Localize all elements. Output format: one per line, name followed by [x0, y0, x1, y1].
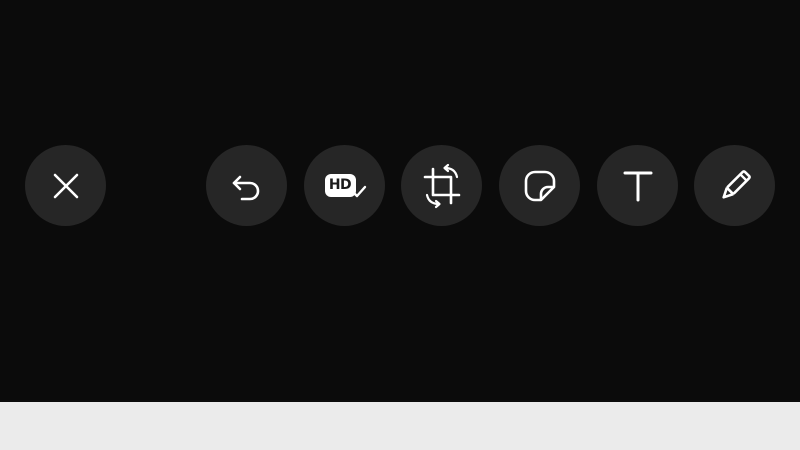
draw-button[interactable] [694, 145, 775, 226]
crop-rotate-icon [423, 163, 460, 208]
hd-quality-button[interactable]: HD [304, 145, 385, 226]
hd-icon: HD [322, 166, 368, 206]
media-editor-canvas [0, 0, 800, 402]
text-tool-button[interactable] [597, 145, 678, 226]
undo-button[interactable] [206, 145, 287, 226]
close-icon [53, 173, 78, 198]
sticker-icon [524, 170, 555, 201]
text-icon [623, 171, 652, 201]
close-button[interactable] [25, 145, 106, 226]
bottom-sheet [0, 402, 800, 450]
pencil-icon [721, 169, 751, 199]
sticker-button[interactable] [499, 145, 580, 226]
crop-rotate-button[interactable] [401, 145, 482, 226]
checkmark-icon [351, 185, 366, 197]
undo-icon [232, 175, 259, 200]
